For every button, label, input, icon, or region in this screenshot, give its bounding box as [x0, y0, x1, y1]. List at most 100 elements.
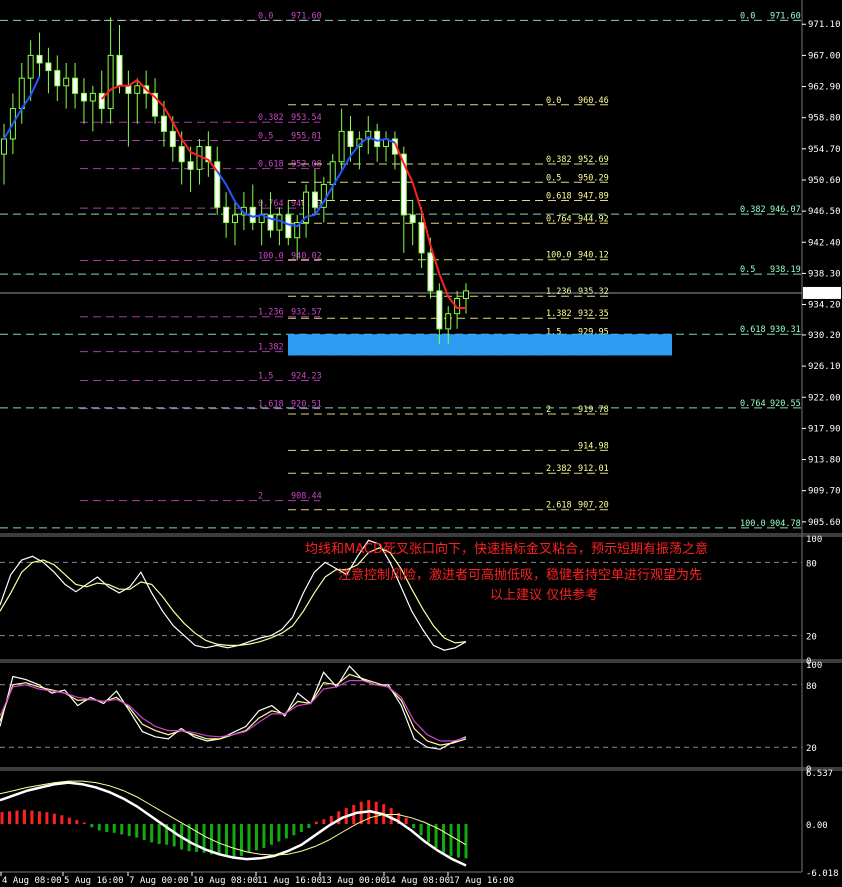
price-tick-label: 926.10 [808, 362, 841, 372]
candle-body [63, 77, 70, 87]
macd-histogram-bar [157, 824, 161, 844]
macd-histogram-bar [30, 810, 34, 825]
candle-body [187, 161, 194, 170]
candle-body [160, 115, 167, 132]
time-tick-label: 17 Aug 16:00 [449, 876, 514, 886]
support-zone [288, 334, 672, 356]
macd-histogram-bar [37, 811, 41, 825]
macd-histogram-bar [75, 820, 79, 825]
annotation-line-3: 以上建议 仅供参考 [490, 587, 598, 603]
price-tick-label: 971.10 [808, 20, 841, 30]
macd-histogram-bar [97, 824, 101, 831]
macd-histogram-bar [337, 811, 341, 825]
fib-ratio-label: 2 [258, 492, 263, 502]
price-tick-label: 942.40 [808, 238, 841, 248]
price-tick-label: 967.00 [808, 51, 841, 61]
candle-body [27, 54, 34, 79]
fib-ratio-label: 0.764 [546, 214, 572, 224]
time-tick-label: 11 Aug 16:00 [257, 876, 322, 886]
fib-ratio-label: 0.382 [546, 155, 572, 165]
fib-ratio-label: 0.5 [740, 265, 755, 275]
macd-histogram-bar [464, 824, 468, 859]
fib-price-label: 912.01 [578, 464, 609, 474]
candle-body [285, 214, 292, 239]
candle-body [116, 54, 123, 87]
osc2-axis-label: 80 [806, 682, 817, 692]
macd-histogram-bar [15, 810, 19, 825]
macd-histogram-bar [82, 822, 86, 825]
fib-price-label: 907.20 [578, 501, 609, 511]
fib-ratio-label: 0.764 [740, 399, 766, 409]
fib-ratio-label: 0.5 [258, 131, 273, 141]
macd-axis-label: -6.018 [806, 869, 839, 879]
macd-histogram-bar [262, 824, 266, 848]
candle-body [249, 206, 256, 224]
candle-body [276, 214, 283, 231]
candle-body [409, 214, 416, 224]
price-tick-label: 909.70 [808, 487, 841, 497]
fib-price-label: 947.89 [578, 191, 609, 201]
candle-body [1, 138, 7, 155]
fib-price-label: 952.69 [578, 155, 609, 165]
fib-ratio-label: 100.0 [740, 519, 766, 529]
macd-histogram-bar [225, 824, 229, 856]
candle-body [54, 70, 61, 87]
candle-body [232, 214, 238, 224]
fib-price-label: 904.78 [770, 519, 801, 529]
macd-histogram-bar [135, 824, 139, 838]
macd-histogram-bar [105, 824, 109, 833]
macd-histogram-bar [427, 824, 431, 843]
fib-ratio-label: 0.0 [546, 96, 561, 106]
candle-body [347, 130, 354, 148]
candle-body [223, 206, 230, 224]
candle-body [463, 290, 469, 299]
macd-histogram-bar [195, 824, 199, 852]
price-tick-label: 958.80 [808, 114, 841, 124]
fib-ratio-label: 0.618 [546, 191, 572, 201]
macd-histogram-bar [449, 824, 453, 856]
current-price-label: 935.73 [806, 289, 839, 299]
fib-ratio-label: 0.618 [740, 325, 766, 335]
fib-price-label: 919.78 [578, 405, 609, 415]
candle-body [445, 313, 452, 330]
candle-body [18, 77, 25, 110]
macd-histogram-bar [60, 815, 64, 825]
candle-body [80, 92, 87, 102]
osc1-axis-label: 80 [806, 559, 817, 569]
fib-price-label: 952.08 [291, 160, 322, 170]
annotation-line-2: 注意控制风险，激进者可高抛低吸，稳健者持空单进行观望为先 [338, 567, 702, 583]
fib-price-label: 920.55 [770, 399, 801, 409]
fib-ratio-label: 100.0 [546, 251, 572, 261]
fib-ratio-label: 0.382 [258, 113, 284, 123]
macd-histogram-bar [284, 824, 288, 839]
candle-body [338, 130, 345, 163]
macd-histogram-bar [247, 824, 251, 853]
fib-price-label: 930.31 [770, 325, 801, 335]
macd-histogram-bar [314, 821, 318, 825]
fib-price-label: 955.81 [291, 131, 322, 141]
price-tick-label: 922.00 [808, 393, 841, 403]
macd-histogram-bar [322, 819, 326, 825]
fib-ratio-label: 2.618 [546, 501, 572, 511]
fib-ratio-label: 1.236 [546, 287, 572, 297]
macd-histogram-bar [112, 824, 116, 833]
price-tick-label: 930.20 [808, 331, 841, 341]
candle-body [196, 146, 203, 170]
price-tick-label: 917.90 [808, 424, 841, 434]
macd-histogram-bar [277, 824, 281, 842]
candle-body [436, 290, 443, 330]
fib-price-label: 960.46 [578, 96, 609, 106]
fib-ratio-label: 1.5 [258, 372, 273, 382]
macd-histogram-bar [90, 824, 94, 828]
macd-histogram-bar [419, 824, 423, 836]
fib-ratio-label: 2.382 [546, 464, 572, 474]
time-tick-label: 5 Aug 16:00 [64, 876, 124, 886]
macd-axis-label: 0.00 [806, 821, 828, 831]
chart-root: 0.0 971.60 0.382 953.54 0.5 955.81 0.618 952.08… [0, 0, 842, 887]
fib-ratio-label: 0.0 [740, 11, 755, 21]
macd-histogram-bar [120, 824, 124, 835]
fib-price-label: 924.23 [291, 372, 322, 382]
time-tick-label: 7 Aug 00:00 [129, 876, 189, 886]
candle-body [311, 191, 318, 208]
macd-histogram-bar [45, 812, 49, 825]
